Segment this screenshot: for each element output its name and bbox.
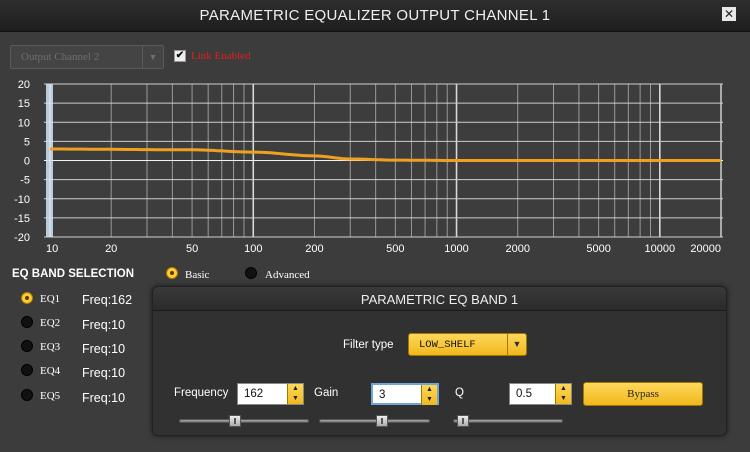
arrow-down-icon[interactable]: ▼ bbox=[556, 394, 571, 404]
mode-advanced-radio[interactable] bbox=[245, 267, 257, 279]
y-tick-label: -5 bbox=[20, 175, 30, 187]
eq1-radio[interactable] bbox=[21, 292, 33, 304]
arrow-up-icon[interactable]: ▲ bbox=[422, 385, 437, 395]
eq4-freq: Freq:10 bbox=[82, 366, 126, 380]
gain-slider-thumb[interactable] bbox=[376, 415, 389, 427]
x-tick-label: 10 bbox=[46, 243, 58, 254]
gain-value: 3 bbox=[379, 389, 386, 401]
bypass-button[interactable]: Bypass bbox=[583, 382, 703, 406]
y-tick-label: -10 bbox=[14, 194, 30, 206]
y-tick-label: 10 bbox=[18, 117, 30, 129]
channel-select-value: Output Channel 2 bbox=[21, 51, 100, 63]
eq4-label: EQ4 bbox=[40, 365, 61, 377]
gain-slider-track bbox=[319, 419, 430, 423]
filter-type-select[interactable]: LOW_SHELF ▼ bbox=[408, 333, 527, 356]
gain-label: Gain bbox=[314, 387, 339, 399]
mode-advanced-label: Advanced bbox=[265, 269, 310, 281]
frequency-label: Frequency bbox=[174, 387, 229, 399]
graph-left-marker bbox=[46, 84, 53, 237]
filter-type-value: LOW_SHELF bbox=[419, 339, 476, 351]
eq5-freq: Freq:10 bbox=[82, 391, 126, 405]
close-icon[interactable]: ✕ bbox=[722, 7, 736, 21]
eq3-freq: Freq:10 bbox=[82, 342, 126, 356]
gain-spinbox[interactable]: 3 ▲ ▼ bbox=[371, 383, 439, 405]
chevron-down-icon: ▼ bbox=[507, 334, 526, 355]
eq-band-panel-header: PARAMETRIC EQ BAND 1 bbox=[153, 287, 726, 311]
y-tick-label: -15 bbox=[14, 213, 30, 225]
x-tick-label: 5000 bbox=[586, 243, 610, 254]
arrow-down-icon[interactable]: ▼ bbox=[288, 394, 303, 404]
y-tick-label: 20 bbox=[18, 79, 30, 91]
q-label: Q bbox=[455, 387, 464, 399]
y-tick-label: 5 bbox=[24, 136, 30, 148]
frequency-slider-track bbox=[179, 419, 309, 423]
q-spinbox[interactable]: 0.5 ▲ ▼ bbox=[509, 383, 572, 405]
mode-basic-radio[interactable] bbox=[166, 267, 178, 279]
x-tick-label: 20 bbox=[105, 243, 117, 254]
eq1-freq: Freq:162 bbox=[82, 293, 133, 307]
frequency-value: 162 bbox=[244, 388, 264, 400]
x-tick-label: 20000 bbox=[690, 243, 721, 254]
mode-basic-label: Basic bbox=[185, 269, 210, 281]
frequency-slider-thumb[interactable] bbox=[228, 415, 241, 427]
title-bar: PARAMETRIC EQUALIZER OUTPUT CHANNEL 1 ✕ bbox=[0, 0, 750, 32]
q-slider-track bbox=[453, 419, 563, 423]
channel-select[interactable]: Output Channel 2 ▼ bbox=[10, 45, 164, 69]
eq3-label: EQ3 bbox=[40, 341, 61, 353]
q-slider-thumb[interactable] bbox=[456, 415, 469, 427]
arrow-up-icon[interactable]: ▲ bbox=[556, 384, 571, 394]
eq5-radio[interactable] bbox=[21, 389, 33, 401]
eq-response-graph[interactable]: 20151050-5-10-15-20 10 20 50 100 200 500 1000 2… bbox=[0, 76, 750, 254]
eq4-radio[interactable] bbox=[21, 364, 33, 376]
frequency-slider[interactable] bbox=[179, 415, 309, 427]
y-tick-label: 0 bbox=[24, 156, 30, 168]
eq1-label: EQ1 bbox=[40, 293, 61, 305]
gain-slider[interactable] bbox=[319, 415, 430, 427]
gain-stepper[interactable]: ▲ ▼ bbox=[421, 385, 437, 405]
q-stepper[interactable]: ▲ ▼ bbox=[555, 384, 571, 404]
eq-band-panel: PARAMETRIC EQ BAND 1 Filter type LOW_SHE… bbox=[152, 286, 727, 436]
eq3-radio[interactable] bbox=[21, 340, 33, 352]
q-slider[interactable] bbox=[453, 415, 563, 427]
eq2-label: EQ2 bbox=[40, 317, 61, 329]
arrow-up-icon[interactable]: ▲ bbox=[288, 384, 303, 394]
x-tick-label: 2000 bbox=[505, 243, 529, 254]
y-tick-label: 15 bbox=[18, 98, 30, 110]
window-title: PARAMETRIC EQUALIZER OUTPUT CHANNEL 1 bbox=[199, 7, 551, 24]
eq2-radio[interactable] bbox=[21, 316, 33, 328]
x-tick-label: 50 bbox=[186, 243, 198, 254]
eq-band-selection-label: EQ BAND SELECTION bbox=[12, 268, 135, 280]
frequency-stepper[interactable]: ▲ ▼ bbox=[287, 384, 303, 404]
link-enabled-checkbox[interactable]: ✔ bbox=[174, 50, 186, 62]
x-tick-label: 100 bbox=[244, 243, 262, 254]
eq5-label: EQ5 bbox=[40, 390, 61, 402]
x-tick-label: 200 bbox=[305, 243, 323, 254]
frequency-spinbox[interactable]: 162 ▲ ▼ bbox=[237, 383, 304, 405]
arrow-down-icon[interactable]: ▼ bbox=[422, 395, 437, 405]
chevron-down-icon: ▼ bbox=[142, 46, 163, 68]
eq2-freq: Freq:10 bbox=[82, 318, 126, 332]
q-value: 0.5 bbox=[516, 388, 532, 400]
link-enabled-label: Link Enabled bbox=[191, 50, 251, 62]
x-tick-label: 1000 bbox=[444, 243, 468, 254]
filter-type-label: Filter type bbox=[343, 339, 394, 351]
x-tick-label: 500 bbox=[386, 243, 404, 254]
x-tick-label: 10000 bbox=[645, 243, 676, 254]
eq-band-panel-title: PARAMETRIC EQ BAND 1 bbox=[360, 292, 519, 307]
y-tick-label: -20 bbox=[14, 232, 30, 244]
